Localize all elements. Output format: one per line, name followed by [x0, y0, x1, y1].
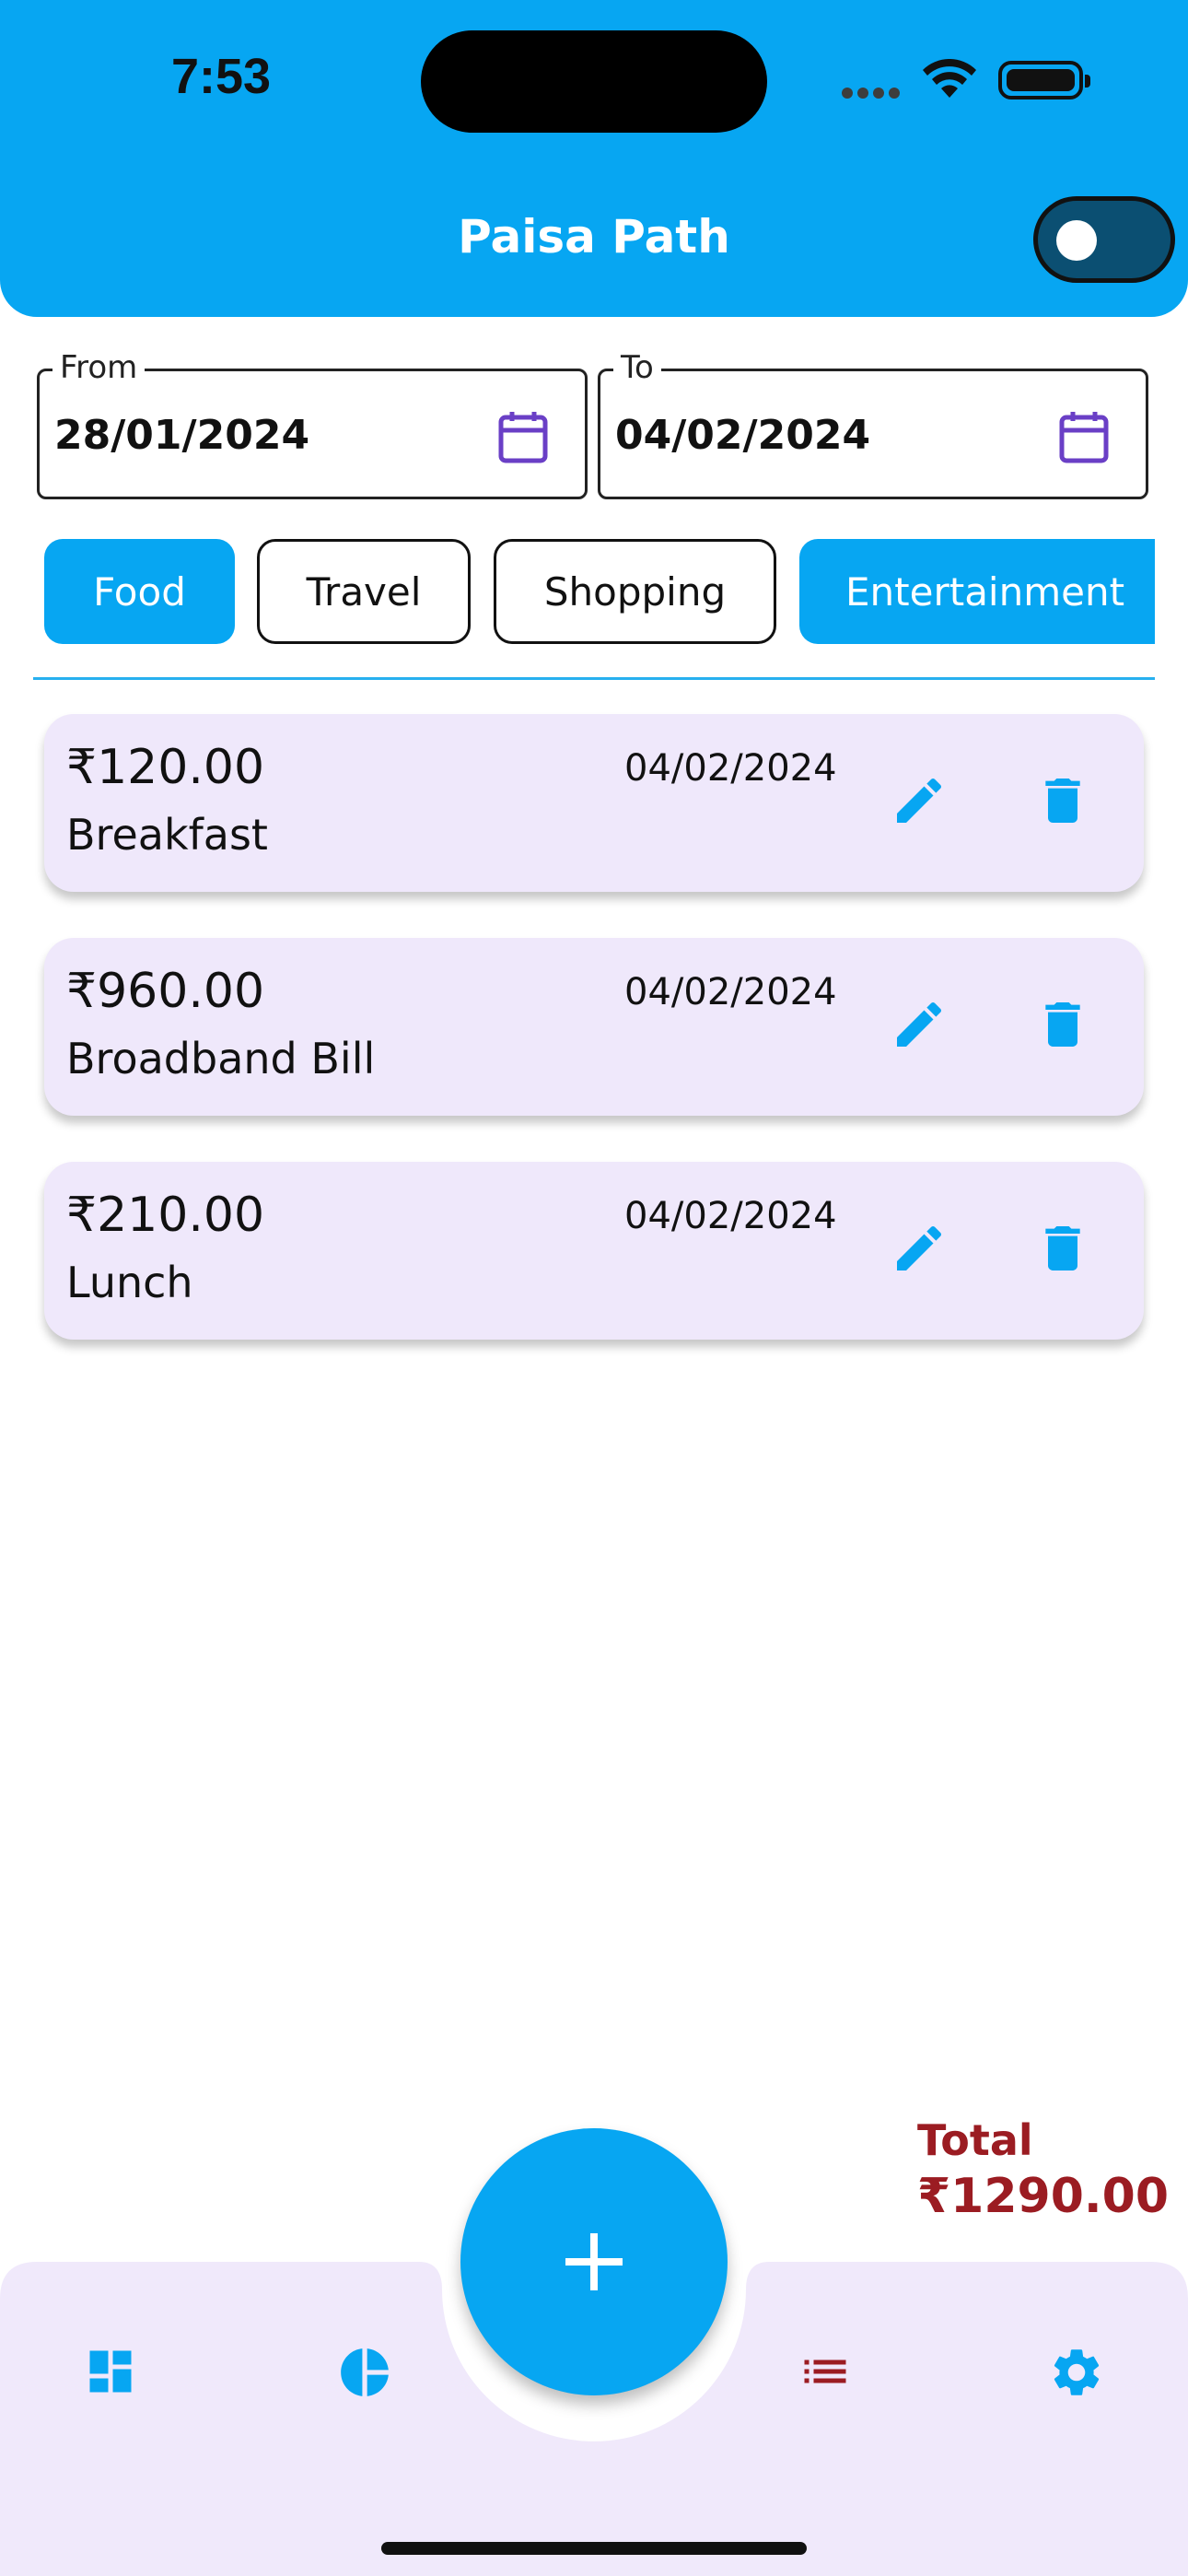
list-icon[interactable] [798, 2344, 853, 2399]
to-date-value: 04/02/2024 [615, 412, 871, 459]
chip-entertainment[interactable]: Entertainment [799, 539, 1155, 644]
toggle-knob [1056, 220, 1097, 261]
edit-icon[interactable] [890, 1219, 949, 1278]
dashboard-icon[interactable] [83, 2344, 138, 2399]
calendar-icon[interactable] [1059, 410, 1109, 463]
expense-date: 04/02/2024 [624, 971, 837, 1013]
pie-chart-icon[interactable] [336, 2344, 393, 2401]
add-expense-button[interactable] [460, 2128, 728, 2395]
delete-icon[interactable] [1033, 1219, 1092, 1278]
edit-icon[interactable] [890, 995, 949, 1054]
theme-toggle[interactable] [1033, 196, 1175, 283]
expense-date: 04/02/2024 [624, 747, 837, 790]
from-date-field[interactable]: From 28/01/2024 [37, 349, 588, 499]
expense-amount: ₹120.00 [66, 740, 265, 795]
chip-food[interactable]: Food [44, 539, 235, 644]
expense-description: Breakfast [66, 810, 268, 860]
chip-shopping[interactable]: Shopping [494, 539, 776, 644]
settings-icon[interactable] [1048, 2344, 1105, 2401]
delete-icon[interactable] [1033, 995, 1092, 1054]
edit-icon[interactable] [890, 771, 949, 830]
battery-icon [998, 61, 1090, 100]
add-icon [565, 2233, 623, 2290]
chip-travel[interactable]: Travel [257, 539, 471, 644]
home-indicator[interactable] [381, 2542, 807, 2555]
chip-divider [33, 677, 1155, 680]
expense-card[interactable]: ₹120.00 Breakfast 04/02/2024 [44, 714, 1144, 892]
dynamic-island [421, 30, 767, 133]
delete-icon[interactable] [1033, 771, 1092, 830]
calendar-icon[interactable] [498, 410, 548, 463]
expense-date: 04/02/2024 [624, 1195, 837, 1237]
expense-amount: ₹210.00 [66, 1188, 265, 1243]
wifi-icon [923, 59, 976, 98]
from-date-value: 28/01/2024 [54, 412, 310, 459]
category-chip-strip[interactable]: Food Travel Shopping Entertainment [0, 525, 1155, 663]
expense-description: Lunch [66, 1258, 193, 1307]
app-header: 7:53 Paisa Path [0, 0, 1188, 317]
expense-description: Broadband Bill [66, 1034, 376, 1083]
total-value: ₹1290.00 [917, 2169, 1170, 2224]
app-title: Paisa Path [458, 210, 730, 263]
status-time: 7:53 [171, 49, 272, 104]
from-date-label: From [52, 349, 146, 386]
expense-amount: ₹960.00 [66, 964, 265, 1019]
to-date-field[interactable]: To 04/02/2024 [598, 349, 1148, 499]
to-date-label: To [613, 349, 661, 386]
expense-card[interactable]: ₹210.00 Lunch 04/02/2024 [44, 1162, 1144, 1340]
expense-card[interactable]: ₹960.00 Broadband Bill 04/02/2024 [44, 938, 1144, 1116]
cellular-signal-icon [842, 85, 904, 99]
total-label: Total [917, 2115, 1033, 2165]
